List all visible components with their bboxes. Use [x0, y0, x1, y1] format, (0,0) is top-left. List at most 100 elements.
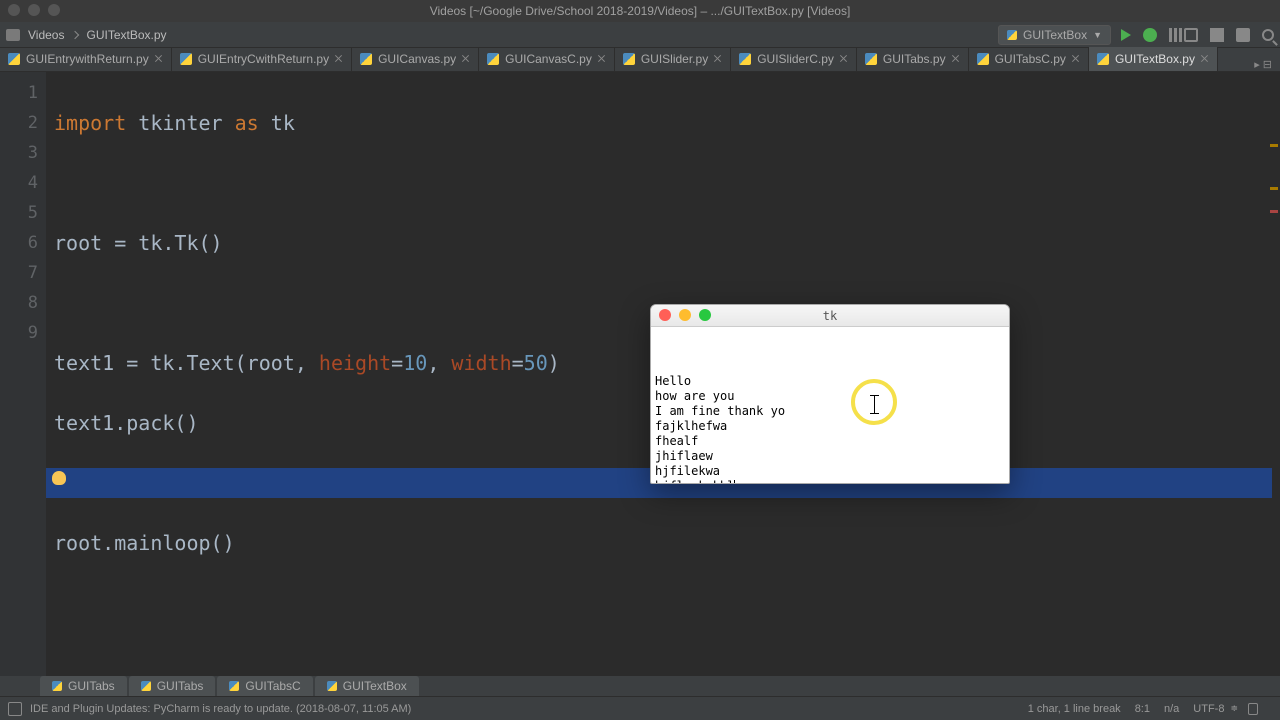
minimize-window-icon[interactable]	[28, 4, 40, 16]
tk-text-line[interactable]: hjfilekwa	[655, 464, 1005, 479]
python-icon	[327, 681, 337, 691]
close-icon[interactable]	[598, 55, 606, 63]
tk-text-widget[interactable]: Hellohow are youI am fine thank yofajklh…	[651, 327, 1009, 484]
coverage-icon[interactable]	[1169, 28, 1172, 42]
python-icon	[623, 53, 635, 65]
code-text: ,	[427, 351, 451, 375]
error-marker-icon[interactable]	[1270, 210, 1278, 213]
editor-tab[interactable]: GUIEntryCwithReturn.py	[172, 47, 352, 71]
tk-text-line[interactable]: fajklhefwa	[655, 419, 1005, 434]
run-config-label: GUITextBox	[1023, 28, 1087, 42]
close-icon[interactable]	[1072, 55, 1080, 63]
close-icon[interactable]	[714, 55, 722, 63]
git-icon[interactable]	[1236, 28, 1250, 42]
editor-tab[interactable]: GUICanvasC.py	[479, 47, 615, 71]
editor-tab[interactable]: GUITabs.py	[857, 47, 969, 71]
text-cursor-icon	[734, 480, 735, 484]
tk-minimize-icon[interactable]	[679, 309, 691, 321]
close-icon[interactable]	[335, 55, 343, 63]
editor-tab[interactable]: GUITabsC.py	[969, 47, 1089, 71]
navigation-bar: Videos GUITextBox.py GUITextBox ▼	[0, 22, 1280, 48]
run-tab[interactable]: GUITabs	[40, 676, 127, 696]
tk-text-line[interactable]: Hello	[655, 374, 1005, 389]
chevron-down-icon: ▼	[1093, 30, 1102, 40]
tk-text-line[interactable]: how are you	[655, 389, 1005, 404]
run-config-selector[interactable]: GUITextBox ▼	[998, 25, 1111, 45]
keyword: as	[235, 111, 259, 135]
tabs-overflow-icon[interactable]: ▸ ⊟	[1246, 58, 1280, 71]
code-editor[interactable]: 123456789 import tkinter as tk root = tk…	[0, 72, 1280, 696]
code-text: text1 = tk.Text(root	[54, 351, 295, 375]
tk-titlebar[interactable]: tk	[651, 305, 1009, 327]
editor-tab[interactable]: GUITextBox.py	[1089, 47, 1218, 71]
identifier: tk	[271, 111, 295, 135]
close-icon[interactable]	[952, 55, 960, 63]
tk-text-line[interactable]: fhealf	[655, 434, 1005, 449]
tab-label: GUIEntryCwithReturn.py	[198, 52, 329, 66]
tk-text-line[interactable]: jhiflaew	[655, 449, 1005, 464]
run-tab[interactable]: GUITabsC	[217, 676, 312, 696]
python-icon	[1097, 53, 1109, 65]
tk-zoom-icon[interactable]	[699, 309, 711, 321]
python-icon	[141, 681, 151, 691]
close-icon[interactable]	[1201, 55, 1209, 63]
search-icon[interactable]	[1262, 29, 1274, 41]
status-cursor-pos[interactable]: 8:1	[1135, 703, 1150, 715]
editor-tab[interactable]: GUISlider.py	[615, 47, 731, 71]
maximize-window-icon[interactable]	[48, 4, 60, 16]
code-text: =	[512, 351, 524, 375]
tk-close-icon[interactable]	[659, 309, 671, 321]
breadcrumb-file[interactable]: GUITextBox.py	[82, 28, 170, 42]
python-icon	[360, 53, 372, 65]
run-button-icon[interactable]	[1121, 29, 1131, 41]
tab-label: GUISlider.py	[641, 52, 708, 66]
status-tool-icon[interactable]	[8, 702, 22, 716]
close-icon[interactable]	[840, 55, 848, 63]
tk-app-window[interactable]: tk Hellohow are youI am fine thank yofaj…	[650, 304, 1010, 484]
python-icon	[977, 53, 989, 65]
status-bar: IDE and Plugin Updates: PyCharm is ready…	[0, 696, 1280, 720]
tab-label: GUICanvasC.py	[505, 52, 592, 66]
warning-marker-icon[interactable]	[1270, 187, 1278, 190]
tab-label: GUISliderC.py	[757, 52, 834, 66]
editor-tab[interactable]: GUICanvas.py	[352, 47, 479, 71]
status-insert-mode: n/a	[1164, 703, 1179, 715]
warning-marker-icon[interactable]	[1270, 144, 1278, 147]
python-icon	[865, 53, 877, 65]
code-text: =	[391, 351, 403, 375]
tk-text-line[interactable]: I am fine thank yo	[655, 404, 1005, 419]
code-line: root = tk.Tk()	[54, 231, 223, 255]
folder-icon	[6, 29, 20, 41]
layout-icon[interactable]	[1210, 28, 1224, 42]
run-tool-tabs[interactable]: GUITabsGUITabsGUITabsCGUITextBox	[0, 676, 1280, 696]
run-tab[interactable]: GUITabs	[129, 676, 216, 696]
code-text: ,	[295, 351, 319, 375]
close-icon[interactable]	[155, 55, 163, 63]
number: 10	[403, 351, 427, 375]
status-chars: 1 char, 1 line break	[1028, 703, 1121, 715]
intention-bulb-icon[interactable]	[52, 471, 66, 485]
tk-text-line[interactable]: hjfleakwkhl	[655, 479, 1005, 484]
breadcrumb-folder[interactable]: Videos	[24, 28, 68, 42]
error-stripe[interactable]	[1270, 144, 1280, 253]
tab-label: GUITextBox.py	[1115, 52, 1195, 66]
keyword: import	[54, 111, 126, 135]
status-message[interactable]: IDE and Plugin Updates: PyCharm is ready…	[30, 703, 411, 715]
python-icon	[229, 681, 239, 691]
kwarg: width	[451, 351, 511, 375]
python-icon	[52, 681, 62, 691]
close-window-icon[interactable]	[8, 4, 20, 16]
run-tab[interactable]: GUITextBox	[315, 676, 419, 696]
tab-label: GUITabs.py	[883, 52, 946, 66]
tab-label: GUITabsC.py	[995, 52, 1066, 66]
status-encoding[interactable]: UTF-8	[1193, 703, 1224, 715]
window-title: Videos [~/Google Drive/School 2018-2019/…	[0, 4, 1280, 18]
close-icon[interactable]	[462, 55, 470, 63]
lock-icon[interactable]	[1248, 703, 1258, 715]
code-line: text1.pack()	[54, 411, 199, 435]
debug-button-icon[interactable]	[1143, 28, 1157, 42]
chevron-down-icon[interactable]: ≑	[1230, 703, 1238, 714]
editor-tab[interactable]: GUISliderC.py	[731, 47, 857, 71]
stop-button-icon[interactable]	[1184, 28, 1198, 42]
editor-tab[interactable]: GUIEntrywithReturn.py	[0, 47, 172, 71]
